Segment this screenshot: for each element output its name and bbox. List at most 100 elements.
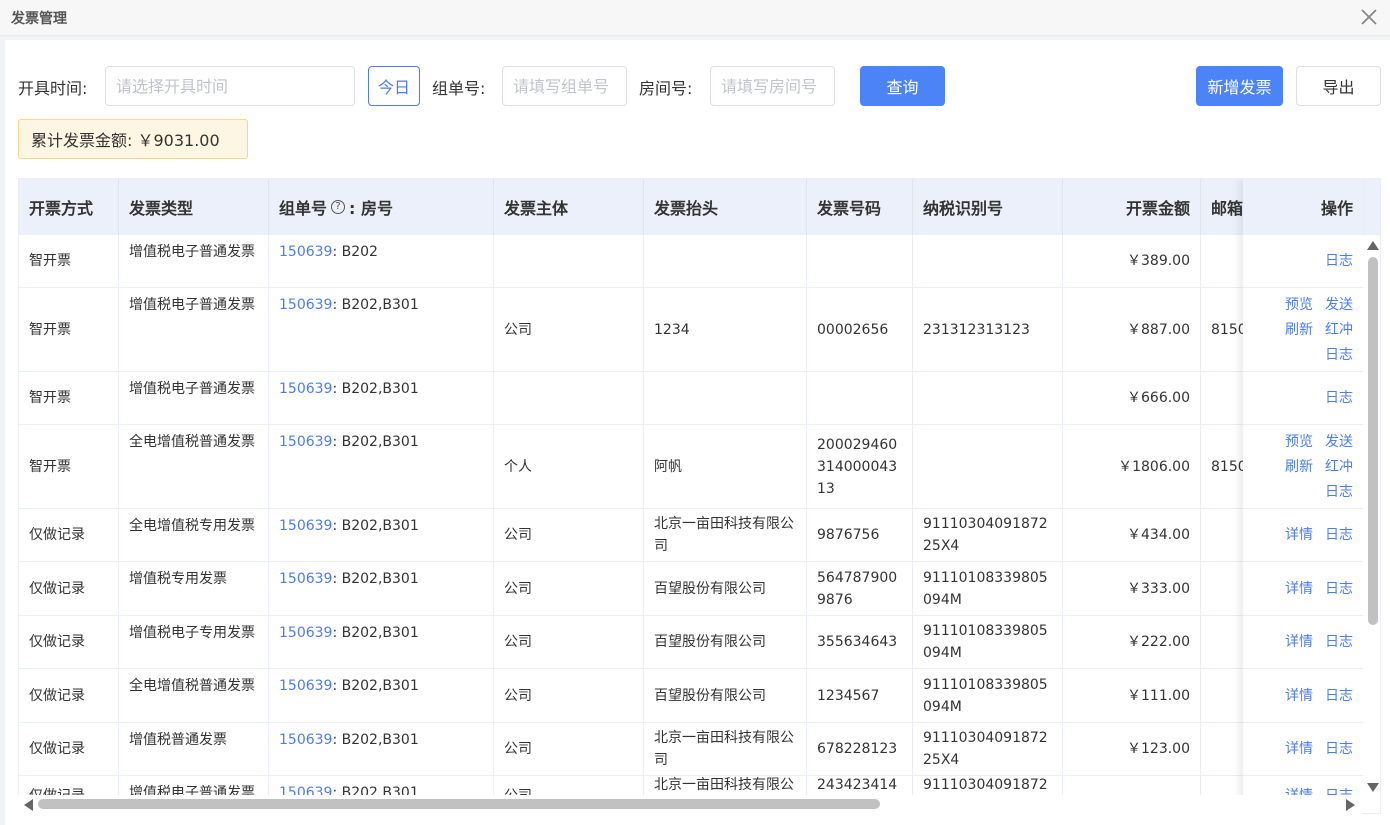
number-text: 00002656	[817, 321, 889, 338]
action-link[interactable]: 详情	[1285, 578, 1313, 600]
email-text: 8150	[1211, 458, 1247, 475]
amount-text: ￥111.00	[1127, 687, 1190, 704]
group-number-link[interactable]: 150639	[279, 515, 332, 537]
amount-text: ￥434.00	[1127, 527, 1190, 543]
header-title: 发票抬头	[644, 179, 807, 235]
cell-title: 百望股份有限公司	[644, 562, 807, 615]
type-text: 全电增值税普通发票	[129, 434, 255, 450]
email-text: 8150	[1211, 321, 1247, 338]
group-number-link[interactable]: 150639	[279, 294, 332, 316]
table-row: 仅做记录 增值税专用发票 150639: B202,B301 公司 百望股份有限公司 56…	[19, 562, 1380, 616]
action-link[interactable]: 日志	[1325, 387, 1353, 409]
action-link[interactable]: 红冲	[1325, 456, 1353, 478]
group-number-link[interactable]: 150639	[279, 431, 332, 453]
group-number-link[interactable]: 150639	[279, 675, 332, 697]
action-link[interactable]: 日志	[1325, 578, 1353, 600]
close-icon[interactable]	[1356, 4, 1382, 30]
cell-method: 仅做记录	[19, 562, 119, 615]
add-invoice-button[interactable]: 新增发票	[1196, 66, 1283, 106]
action-link[interactable]: 发送	[1325, 431, 1353, 453]
actions-cell: 详情日志	[1243, 723, 1363, 776]
cell-amount: ￥123.00	[1063, 723, 1201, 775]
cell-tax-id: 9111030409187225X4	[913, 723, 1063, 775]
action-link[interactable]: 日志	[1325, 738, 1353, 760]
scroll-left-icon[interactable]	[24, 799, 33, 811]
cell-type: 增值税电子普通发票	[119, 288, 269, 371]
today-button[interactable]: 今日	[368, 66, 420, 106]
horizontal-scroll-thumb[interactable]	[38, 799, 880, 809]
group-number-link[interactable]: 150639	[279, 729, 332, 751]
header-type: 发票类型	[119, 179, 269, 235]
group-number-link[interactable]: 150639	[279, 241, 332, 263]
action-link[interactable]: 日志	[1325, 524, 1353, 546]
query-button[interactable]: 查询	[860, 66, 945, 106]
cell-tax-id: 91110108339805094M	[913, 616, 1063, 668]
group-number-link[interactable]: 150639	[279, 568, 332, 590]
date-picker-input[interactable]	[105, 66, 355, 106]
action-link[interactable]: 详情	[1285, 524, 1313, 546]
action-link[interactable]: 日志	[1325, 631, 1353, 653]
group-number-link[interactable]: 150639	[279, 622, 332, 644]
actions-group: 日志	[1313, 250, 1353, 272]
cell-type: 全电增值税专用发票	[119, 509, 269, 561]
action-link[interactable]: 日志	[1325, 250, 1353, 272]
amount-text: ￥1806.00	[1118, 458, 1190, 475]
type-text: 增值税电子普通发票	[129, 244, 255, 260]
room-numbers: : B202,B301	[332, 381, 419, 397]
subject-text: 公司	[504, 741, 532, 757]
action-link[interactable]: 日志	[1325, 685, 1353, 707]
action-link[interactable]: 刷新	[1285, 456, 1313, 478]
cell-number	[807, 235, 913, 287]
method-text: 仅做记录	[29, 687, 85, 704]
cell-number: 9876756	[807, 509, 913, 561]
tax-id-text: 231312313123	[923, 321, 1030, 338]
amount-text: ￥222.00	[1127, 634, 1190, 650]
amount-text: ￥123.00	[1127, 741, 1190, 757]
table-row: 仅做记录 增值税普通发票 150639: B202,B301 公司 北京一亩田科技有限公…	[19, 723, 1380, 776]
room-number-input[interactable]	[710, 66, 835, 106]
action-link[interactable]: 发送	[1325, 294, 1353, 316]
total-amount-badge: 累计发票金额: ￥9031.00	[18, 119, 248, 159]
method-text: 仅做记录	[29, 741, 85, 757]
action-link[interactable]: 日志	[1325, 481, 1353, 503]
export-button[interactable]: 导出	[1296, 66, 1381, 106]
dialog-title: 发票管理	[11, 11, 67, 27]
tax-id-text: 9111030409187225X4	[923, 730, 1048, 768]
group-number-input[interactable]	[502, 66, 627, 106]
scroll-up-icon[interactable]	[1367, 241, 1379, 250]
help-icon[interactable]: ?	[331, 200, 346, 214]
cell-tax-id	[913, 425, 1063, 508]
actions-cell: 详情日志	[1243, 669, 1363, 723]
actions-group: 详情日志	[1285, 578, 1353, 600]
cell-amount: ￥222.00	[1063, 616, 1201, 668]
room-numbers: : B202,B301	[332, 732, 419, 748]
cell-method: 仅做记录	[19, 616, 119, 668]
number-text: 678228123	[817, 741, 898, 757]
actions-cell: 详情日志	[1243, 562, 1363, 616]
cell-title: 百望股份有限公司	[644, 669, 807, 722]
cell-tax-id: 231312313123	[913, 288, 1063, 371]
action-link[interactable]: 日志	[1325, 344, 1353, 366]
group-number-link[interactable]: 150639	[279, 378, 332, 400]
action-link[interactable]: 详情	[1285, 631, 1313, 653]
horizontal-scrollbar[interactable]	[18, 795, 1362, 814]
action-link[interactable]: 预览	[1285, 294, 1313, 316]
cell-tax-id	[913, 235, 1063, 287]
action-link[interactable]: 预览	[1285, 431, 1313, 453]
action-link[interactable]: 红冲	[1325, 319, 1353, 341]
cell-type: 增值税电子普通发票	[119, 372, 269, 424]
cell-subject: 公司	[494, 509, 644, 561]
actions-cell: 日志	[1243, 372, 1363, 425]
vertical-scrollbar[interactable]	[1363, 235, 1380, 813]
vertical-scroll-thumb[interactable]	[1368, 257, 1378, 625]
scroll-down-icon[interactable]	[1367, 783, 1379, 792]
actions-group: 详情日志	[1285, 738, 1353, 760]
action-link[interactable]: 详情	[1285, 738, 1313, 760]
cell-number: 00002656	[807, 288, 913, 371]
title-text: 百望股份有限公司	[654, 580, 766, 597]
cell-number	[807, 372, 913, 424]
action-link[interactable]: 详情	[1285, 685, 1313, 707]
method-text: 智开票	[29, 321, 71, 338]
scroll-right-icon[interactable]	[1346, 799, 1355, 811]
action-link[interactable]: 刷新	[1285, 319, 1313, 341]
